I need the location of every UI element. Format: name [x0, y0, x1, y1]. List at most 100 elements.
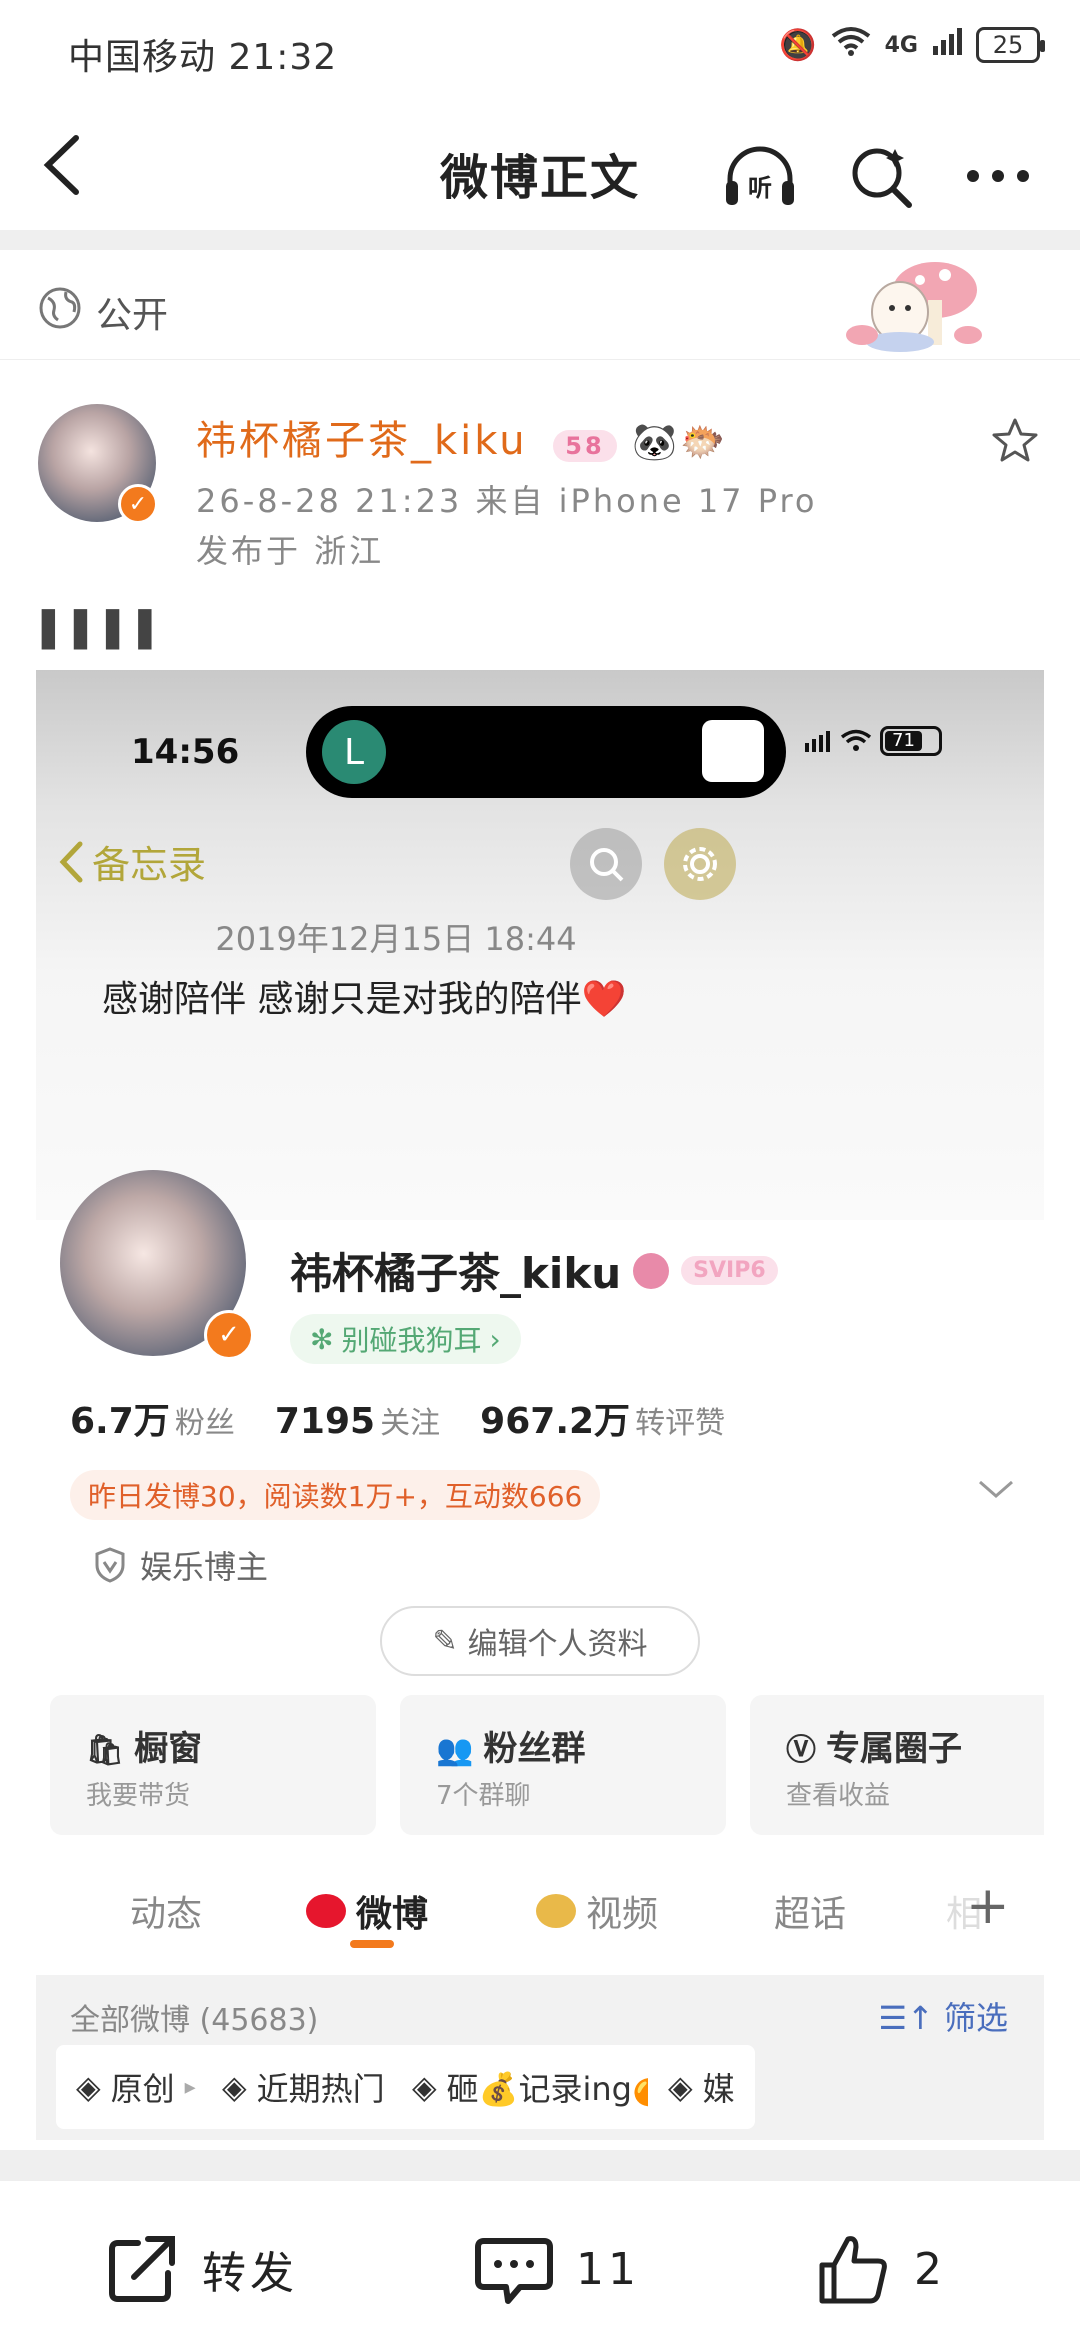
globe-icon — [38, 286, 82, 334]
tab-dynamic[interactable]: 动态 — [130, 1885, 202, 1937]
stat-interactions[interactable]: 967.2万 转评赞 — [480, 1392, 725, 1444]
chevron-down-icon[interactable] — [976, 1478, 1016, 1506]
edit-profile-button[interactable]: ✎ 编辑个人资料 — [380, 1606, 700, 1676]
chevron-right-icon: › — [489, 1322, 501, 1356]
comment-button[interactable]: 11 — [474, 2231, 640, 2307]
nav-bar: 微博正文 听 — [0, 100, 1080, 230]
post-location: 发布于 浙江 — [196, 532, 385, 570]
status-pill[interactable]: ✻ 别碰我狗耳 › — [290, 1314, 521, 1364]
card-subtitle: 我要带货 — [86, 1781, 191, 1811]
dynamic-island: L — [306, 706, 786, 798]
stat-followers[interactable]: 6.7万 粉丝 — [70, 1392, 235, 1444]
stat-value: 6.7万 — [70, 1401, 170, 1442]
memo-back-label: 备忘录 — [92, 843, 207, 887]
pink-badge-icon — [633, 1252, 670, 1289]
visibility-row: 公开 — [0, 250, 1080, 360]
all-weibo-count: 全部微博 (45683) — [70, 2003, 319, 2038]
chip-original[interactable]: ◈ 原创 ▸ — [56, 2045, 216, 2129]
signal-icon — [932, 26, 962, 64]
section-divider — [0, 230, 1080, 250]
more-button[interactable] — [958, 136, 1038, 216]
phone-status-icons: 71 — [804, 726, 942, 756]
mute-bell-icon: 🔕 — [779, 27, 817, 63]
video-icon — [536, 1894, 576, 1928]
stat-label: 关注 — [380, 1406, 441, 1441]
layers-icon: ◈ — [668, 2068, 693, 2106]
share-icon — [109, 2236, 175, 2302]
phone-signal-icon — [805, 731, 830, 752]
stat-following[interactable]: 7195 关注 — [275, 1398, 440, 1442]
stat-label: 粉丝 — [174, 1406, 235, 1441]
repost-button[interactable]: 转发 — [104, 2231, 298, 2307]
tab-weibo[interactable]: 微博 — [306, 1885, 428, 1937]
heart-emoji: ❤️ — [581, 979, 627, 1020]
svip-badge: SVIP6 — [681, 1256, 778, 1285]
level-badge: 58 — [553, 430, 617, 462]
profile-name: 祎杯橘子茶_kiku — [290, 1249, 622, 1298]
headphone-icon: 听 — [726, 146, 794, 205]
memo-search-button[interactable] — [570, 828, 642, 900]
status-icons: 🔕 4G 25 — [779, 26, 1045, 64]
pencil-icon: ✎ — [432, 1623, 458, 1659]
chip-more[interactable]: ◈ 媒 — [648, 2045, 755, 2129]
status-pill-text: 别碰我狗耳 — [341, 1324, 482, 1357]
active-tab-indicator — [350, 1940, 394, 1948]
layers-icon: ◈ — [412, 2068, 437, 2106]
listen-button[interactable]: 听 — [720, 136, 800, 216]
network-type: 4G — [884, 32, 918, 58]
wifi-icon — [831, 26, 871, 64]
svg-text:听: 听 — [748, 174, 772, 202]
card-title: Ⓥ 专属圈子 — [786, 1729, 962, 1769]
stat-label: 转评赞 — [635, 1406, 726, 1441]
favorite-star-icon[interactable] — [990, 416, 1040, 470]
comment-icon — [475, 2238, 553, 2304]
verified-badge-icon: ✓ — [118, 484, 158, 524]
edit-profile-label: 编辑个人资料 — [467, 1627, 648, 1662]
filter-icon: ☰↑ — [878, 1999, 934, 2037]
chevron-left-icon — [59, 841, 83, 882]
repost-label: 转发 — [202, 2248, 298, 2299]
card-fan-group[interactable]: 👥 粉丝群 7个群聊 — [400, 1695, 726, 1835]
app-l-icon: L — [322, 720, 386, 784]
search-icon — [590, 848, 624, 882]
shield-icon — [95, 1547, 125, 1583]
add-tab-icon[interactable]: + — [966, 1876, 1010, 1936]
card-showcase[interactable]: 🛍 橱窗 我要带货 — [50, 1695, 376, 1835]
more-dots-icon — [967, 170, 1029, 182]
carrier-time: 中国移动 21:32 — [68, 37, 338, 78]
category-row: 娱乐博主 — [94, 1542, 268, 1588]
snowflake-icon: ✻ — [310, 1322, 334, 1356]
action-bar: 转发 11 2 — [0, 2180, 1080, 2340]
app-thumbnail-icon — [702, 720, 764, 782]
v-circle-icon: Ⓥ — [786, 1733, 816, 1768]
card-title: 🛍 橱窗 — [86, 1729, 203, 1769]
profile-stats: 6.7万 粉丝 7195 关注 967.2万 转评赞 — [70, 1392, 725, 1444]
bag-icon: 🛍 — [86, 1733, 125, 1768]
memo-settings-button[interactable] — [664, 828, 736, 900]
filter-button[interactable]: ☰↑ 筛选 — [878, 1993, 1008, 2039]
tab-video[interactable]: 视频 — [536, 1885, 658, 1937]
activity-banner[interactable]: 昨日发博30，阅读数1万+，互动数666 — [70, 1470, 601, 1520]
like-button[interactable]: 2 — [816, 2231, 946, 2307]
post-author: ✓ 祎杯橘子茶_kiku 58 🐼🐡 26-8-28 21:23 来自 iPho… — [0, 380, 1080, 580]
like-count: 2 — [914, 2243, 946, 2295]
stat-value: 967.2万 — [480, 1401, 631, 1442]
search-icon — [852, 148, 912, 208]
card-subtitle: 查看收益 — [786, 1781, 891, 1811]
card-exclusive-circle[interactable]: Ⓥ 专属圈子 查看收益 — [750, 1695, 1044, 1835]
post-image[interactable]: 14:56 L 71 备忘录 2019年12月15日 18:44 感谢陪伴 感谢… — [36, 670, 1044, 2140]
author-name[interactable]: 祎杯橘子茶_kiku 58 🐼🐡 — [196, 408, 728, 466]
memo-back-button[interactable]: 备忘录 — [58, 834, 206, 889]
comment-count: 11 — [576, 2243, 640, 2295]
tab-supertopic[interactable]: 超话 — [774, 1885, 846, 1937]
phone-time: 14:56 — [131, 732, 240, 772]
card-subtitle: 7个群聊 — [436, 1781, 531, 1811]
phone-battery-icon: 71 — [880, 726, 942, 756]
profile-verified-icon: ✓ — [204, 1310, 254, 1360]
thumbs-up-icon — [819, 2236, 887, 2304]
post-timestamp-source: 26-8-28 21:23 来自 iPhone 17 Pro — [196, 482, 818, 520]
visibility-label: 公开 — [96, 295, 169, 336]
search-button[interactable] — [842, 136, 922, 216]
memo-text: 感谢陪伴 感谢只是对我的陪伴 — [102, 979, 582, 1020]
memo-date: 2019年12月15日 18:44 — [215, 920, 577, 958]
